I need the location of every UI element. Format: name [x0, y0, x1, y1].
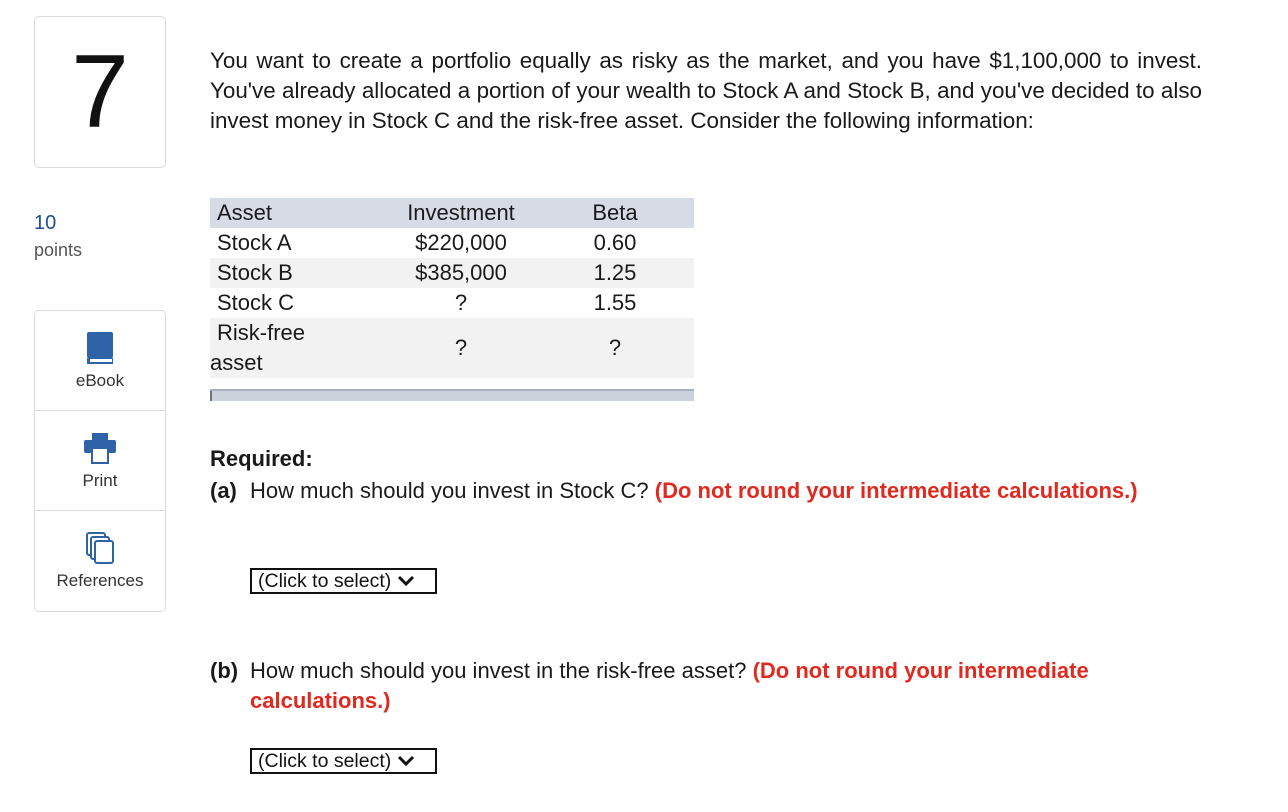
part-b-tag: (b): [210, 658, 239, 683]
question-intro: You want to create a portfolio equally a…: [210, 48, 1202, 133]
part-b-select-value: (Click to select): [258, 749, 392, 772]
table-row: Risk-free asset ? ?: [210, 318, 694, 378]
question-number-box: 7: [34, 16, 166, 168]
part-a-question: (a) How much should you invest in Stock …: [210, 476, 1210, 506]
part-a-select[interactable]: (Click to select): [250, 568, 437, 594]
header-beta: Beta: [592, 200, 638, 225]
part-a-body: How much should you invest in Stock C? (…: [250, 476, 1210, 506]
ebook-button[interactable]: eBook: [35, 311, 165, 411]
cell-investment: $385,000: [415, 260, 507, 285]
print-button[interactable]: Print: [35, 411, 165, 511]
points-label: points: [34, 240, 83, 260]
references-label: References: [56, 571, 144, 590]
asset-table: Asset Investment Beta Stock A $220,000 0…: [210, 198, 694, 378]
part-b-text: How much should you invest in the risk-f…: [250, 658, 747, 683]
cell-beta: 1.55: [593, 290, 637, 315]
question-number: 7: [71, 34, 129, 150]
cell-asset: Stock A: [217, 230, 292, 255]
table-scrollbar[interactable]: [210, 389, 694, 401]
part-a-tag: (a): [210, 478, 237, 503]
part-a-warning: (Do not round your intermediate calculat…: [654, 478, 1138, 503]
part-a-select-value: (Click to select): [258, 569, 392, 592]
table-row: Stock C ? 1.55: [210, 288, 694, 318]
cell-beta: ?: [608, 335, 622, 360]
tool-panel: eBook Print References: [34, 310, 166, 612]
cell-investment: $220,000: [415, 230, 507, 255]
cell-asset: Stock C: [217, 290, 295, 315]
book-icon: [85, 331, 115, 365]
part-a-text: How much should you invest in Stock C?: [250, 478, 649, 503]
table-row: Stock B $385,000 1.25: [210, 258, 694, 288]
cell-asset: Risk-free asset: [210, 318, 386, 378]
cell-beta: 1.25: [593, 260, 637, 285]
chevron-down-icon: [398, 575, 415, 587]
references-icon: [85, 531, 115, 565]
part-b-body: How much should you invest in the risk-f…: [250, 656, 1210, 716]
points-value: 10: [34, 212, 57, 234]
cell-investment: ?: [454, 335, 468, 360]
references-button[interactable]: References: [35, 511, 165, 611]
table-row: Stock A $220,000 0.60: [210, 228, 694, 258]
print-label: Print: [82, 471, 118, 490]
required-heading: Required:: [210, 446, 313, 471]
part-b-question: (b) How much should you invest in the ri…: [210, 656, 1210, 716]
cell-asset-line2: asset: [210, 350, 263, 375]
cell-asset-line1: Risk-free: [217, 320, 306, 345]
cell-asset: Stock B: [217, 260, 293, 285]
header-asset: Asset: [217, 200, 273, 225]
table-header-row: Asset Investment Beta: [210, 198, 694, 228]
header-investment: Investment: [407, 200, 515, 225]
part-b-select[interactable]: (Click to select): [250, 748, 437, 774]
cell-beta: 0.60: [593, 230, 637, 255]
printer-icon: [83, 431, 117, 465]
chevron-down-icon: [398, 755, 415, 767]
ebook-label: eBook: [75, 371, 125, 390]
cell-investment: ?: [454, 290, 468, 315]
